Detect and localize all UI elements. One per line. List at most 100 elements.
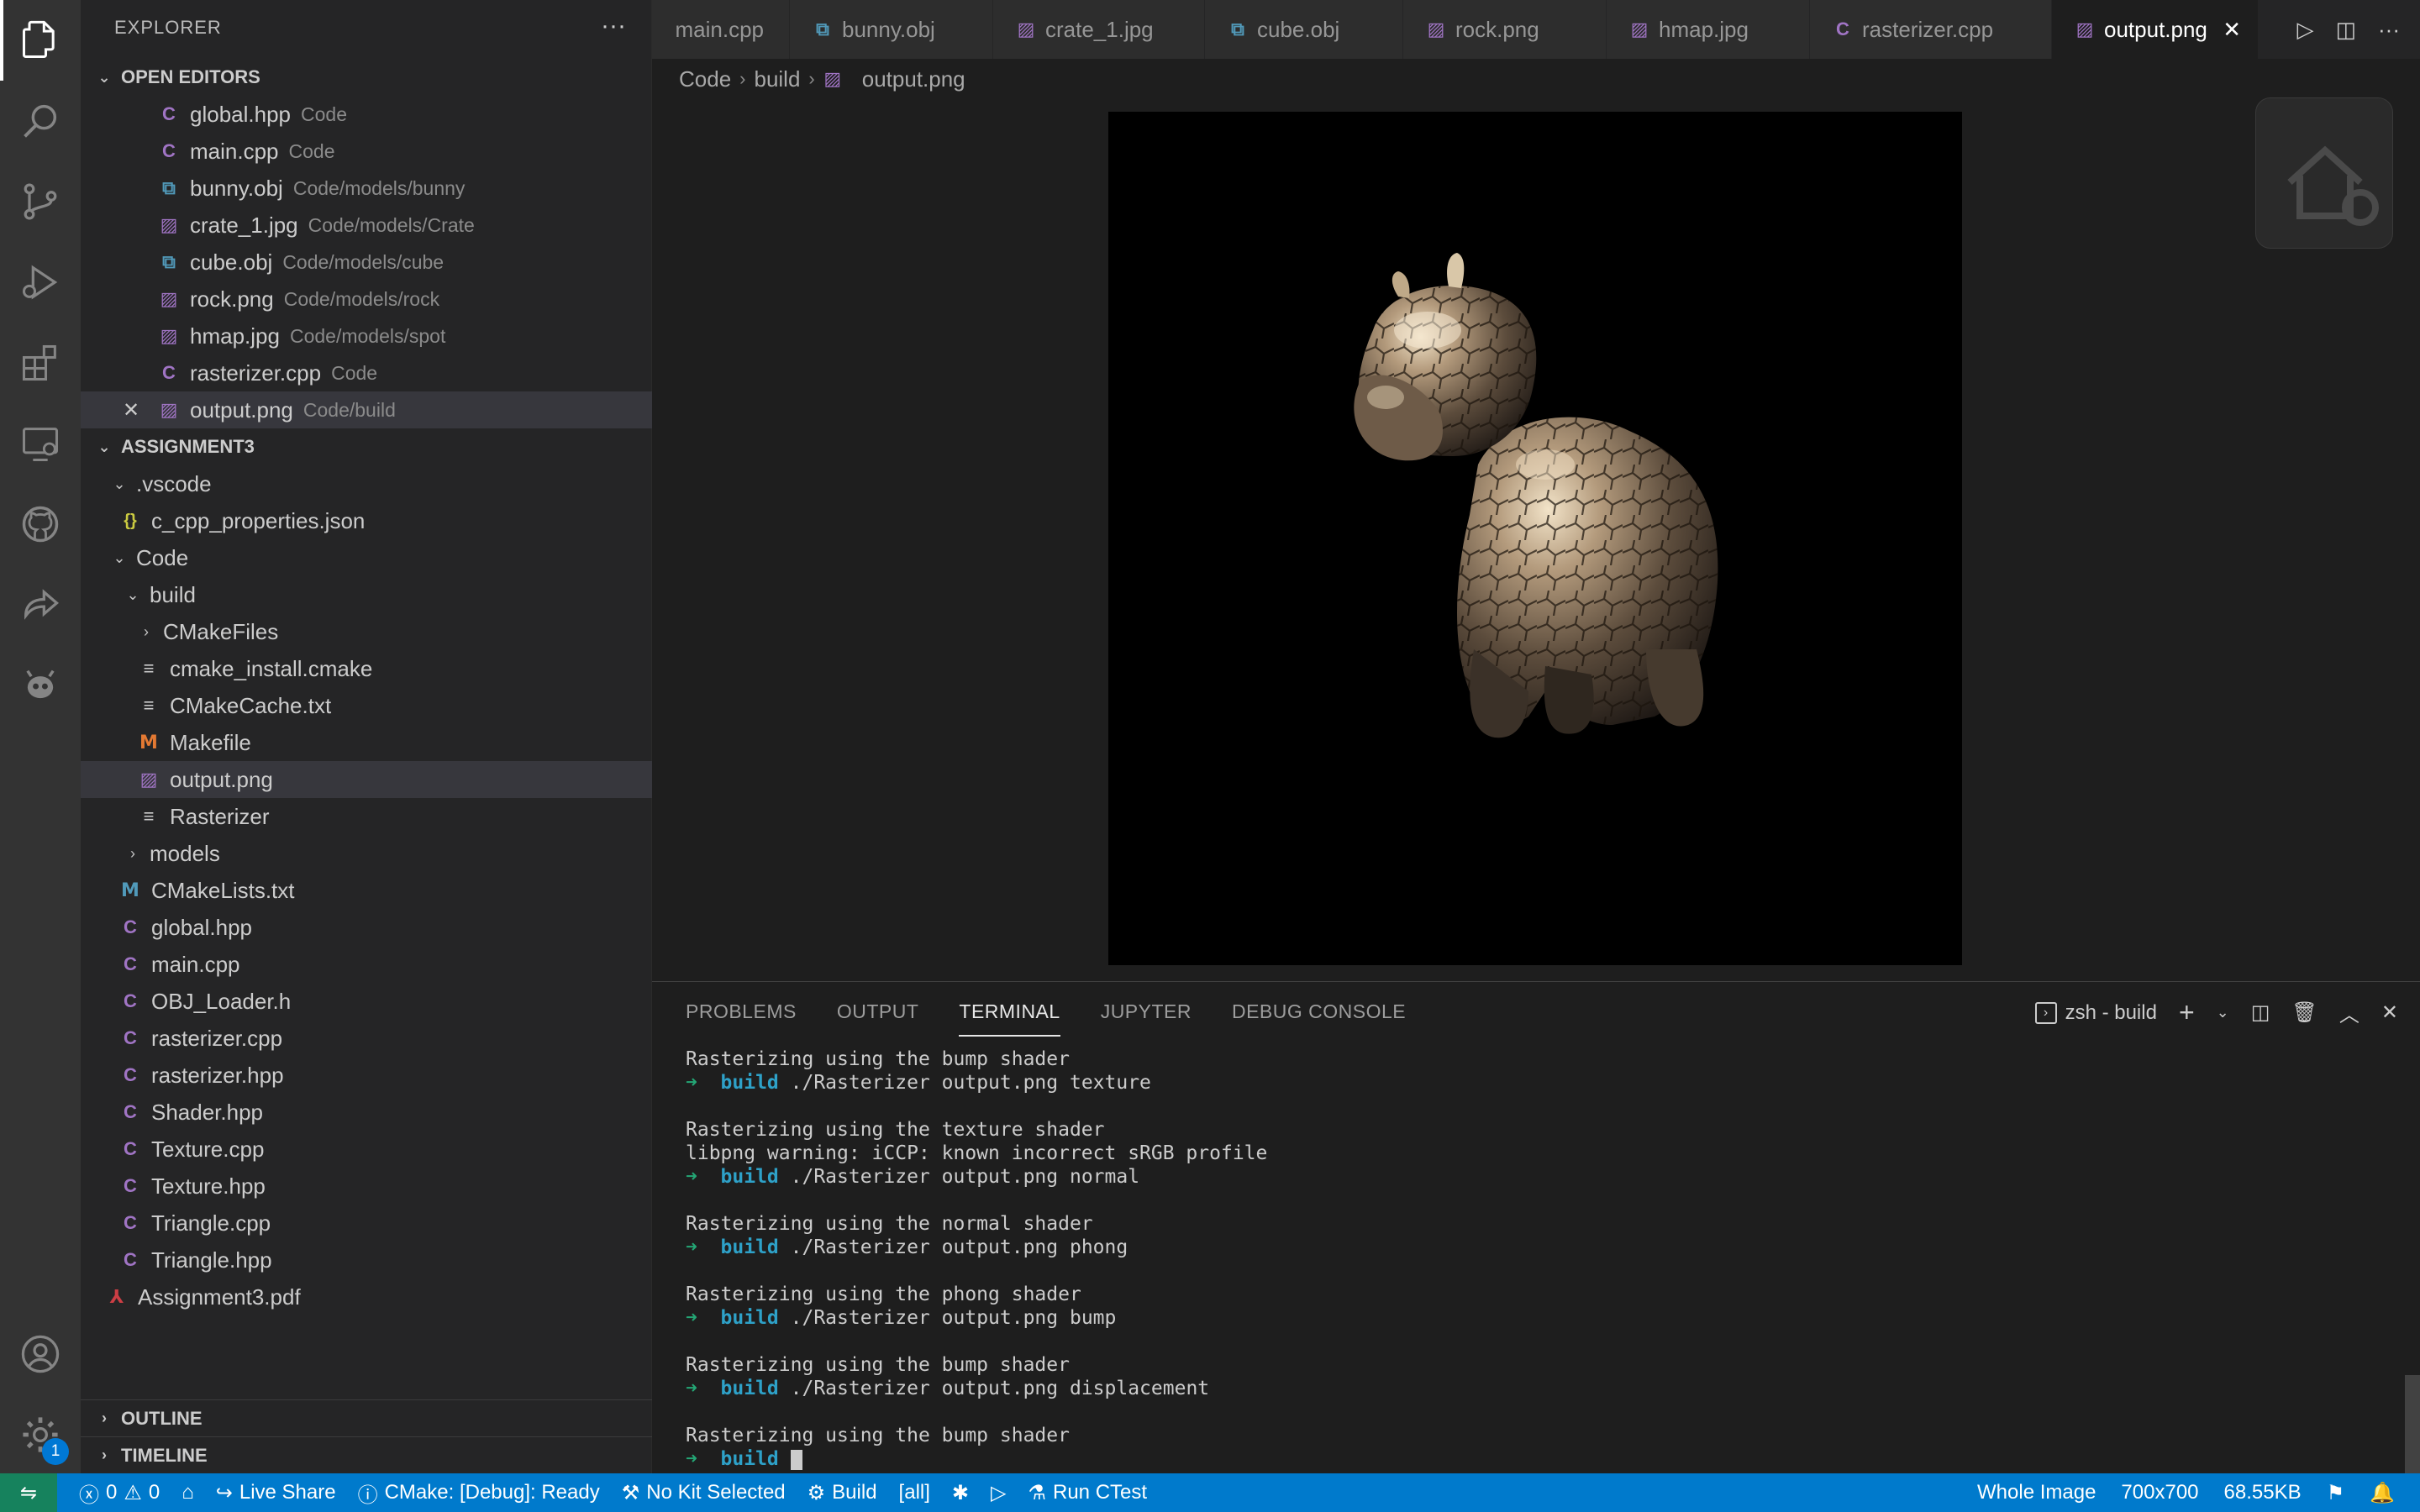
search-icon[interactable]: [0, 81, 81, 161]
tab-hmap-jpg[interactable]: ▨ hmap.jpg: [1607, 0, 1810, 59]
copilot-icon[interactable]: [0, 645, 81, 726]
tab-rasterizer-cpp[interactable]: C rasterizer.cpp: [1810, 0, 2052, 59]
tree-file-selected[interactable]: ▨ output.png: [81, 761, 652, 798]
tree-file[interactable]: ≡ cmake_install.cmake: [81, 650, 652, 687]
launch-button[interactable]: ▷: [991, 1481, 1006, 1505]
tree-folder[interactable]: ⌄ .vscode: [81, 465, 652, 502]
trash-icon[interactable]: 🗑: [2291, 1000, 2317, 1025]
image-preview[interactable]: [1108, 112, 1962, 965]
tab-debug-console[interactable]: DEBUG CONSOLE: [1232, 1000, 1406, 1037]
source-control-icon[interactable]: [0, 161, 81, 242]
tree-folder[interactable]: ⌄ Code: [81, 539, 652, 576]
notifications-button[interactable]: 🔔: [2370, 1481, 2395, 1505]
open-editors-header[interactable]: ⌄ OPEN EDITORS: [81, 59, 652, 96]
open-editor-item[interactable]: ▨ rock.png Code/models/rock: [81, 281, 652, 318]
remote-indicator[interactable]: ⇋: [0, 1473, 57, 1512]
build-target[interactable]: [all]: [899, 1481, 930, 1504]
tree-folder[interactable]: › CMakeFiles: [81, 613, 652, 650]
terminal-output[interactable]: Rasterizing using the bump shader ➜ build…: [686, 1047, 1267, 1471]
tree-file[interactable]: M CMakeLists.txt: [81, 872, 652, 909]
tab-main-cpp[interactable]: main.cpp: [652, 0, 790, 59]
debug-button[interactable]: ✱: [952, 1481, 969, 1505]
vscode-window: 1 EXPLORER ··· ⌄ OPEN EDITORS C global.h…: [0, 0, 2420, 1512]
close-tab-icon[interactable]: ✕: [2223, 17, 2241, 43]
tree-file[interactable]: ⅄ Assignment3.pdf: [81, 1278, 652, 1315]
open-editor-item[interactable]: ⧉ bunny.obj Code/models/bunny: [81, 170, 652, 207]
feedback-button[interactable]: ⚑: [2327, 1481, 2345, 1505]
cmake-status[interactable]: ⓘ CMake: [Debug]: Ready: [358, 1478, 600, 1508]
open-editor-item[interactable]: ⧉ cube.obj Code/models/cube: [81, 244, 652, 281]
timeline-header[interactable]: › TIMELINE: [81, 1436, 652, 1473]
command-text: ./Rasterizer output.png normal: [778, 1166, 1140, 1188]
home-status[interactable]: ⌂: [182, 1481, 194, 1504]
close-icon[interactable]: ✕: [123, 398, 139, 423]
split-editor-icon[interactable]: ◫: [2335, 17, 2356, 43]
maximize-panel-icon[interactable]: ︿: [2339, 998, 2360, 1027]
open-editor-item[interactable]: C main.cpp Code: [81, 133, 652, 170]
tree-file[interactable]: C Texture.hpp: [81, 1168, 652, 1205]
kit-status[interactable]: ⚒ No Kit Selected: [622, 1481, 786, 1505]
tab-terminal[interactable]: TERMINAL: [959, 1000, 1060, 1037]
tree-folder[interactable]: › models: [81, 835, 652, 872]
open-editor-item[interactable]: C rasterizer.cpp Code: [81, 354, 652, 391]
tab-problems[interactable]: PROBLEMS: [686, 1000, 797, 1037]
run-icon[interactable]: ▷: [2296, 17, 2313, 43]
tree-file[interactable]: C Triangle.cpp: [81, 1205, 652, 1242]
tree-file[interactable]: ≡ CMakeCache.txt: [81, 687, 652, 724]
terminal-selector[interactable]: › zsh - build: [2034, 1001, 2157, 1025]
terminal-scrollbar[interactable]: [2405, 1375, 2420, 1474]
project-header[interactable]: ⌄ ASSIGNMENT3: [81, 428, 652, 465]
tab-bunny-obj[interactable]: ⧉ bunny.obj: [790, 0, 993, 59]
explorer-icon[interactable]: [0, 0, 81, 81]
tab-crate-jpg[interactable]: ▨ crate_1.jpg: [993, 0, 1205, 59]
cpp-icon: C: [124, 953, 137, 974]
more-actions-icon[interactable]: ···: [2378, 17, 2400, 43]
github-icon[interactable]: [0, 484, 81, 564]
tree-file[interactable]: C rasterizer.hpp: [81, 1057, 652, 1094]
split-terminal-icon[interactable]: ◫: [2251, 1000, 2270, 1025]
tree-file[interactable]: C main.cpp: [81, 946, 652, 983]
tab-jupyter[interactable]: JUPYTER: [1101, 1000, 1192, 1037]
chevron-down-icon[interactable]: ⌄: [2217, 1004, 2229, 1021]
account-icon[interactable]: [0, 1314, 81, 1394]
breadcrumb-item[interactable]: output.png: [862, 66, 965, 92]
build-button[interactable]: ⚙ Build: [808, 1481, 877, 1505]
flask-icon: ⚗: [1028, 1481, 1046, 1504]
remote-explorer-icon[interactable]: [0, 403, 81, 484]
open-editor-item[interactable]: ▨ crate_1.jpg Code/models/Crate: [81, 207, 652, 244]
open-editor-item[interactable]: C global.hpp Code: [81, 96, 652, 133]
more-actions-icon[interactable]: ···: [601, 12, 626, 40]
live-share-status[interactable]: ↪ Live Share: [216, 1481, 336, 1505]
close-panel-icon[interactable]: ✕: [2381, 1000, 2398, 1025]
tree-file[interactable]: C Shader.hpp: [81, 1094, 652, 1131]
new-terminal-icon[interactable]: +: [2179, 997, 2195, 1028]
tab-cube-obj[interactable]: ⧉ cube.obj: [1205, 0, 1403, 59]
tab-rock-png[interactable]: ▨ rock.png: [1403, 0, 1607, 59]
open-editor-item[interactable]: ▨ hmap.jpg Code/models/spot: [81, 318, 652, 354]
tree-folder[interactable]: ⌄ build: [81, 576, 652, 613]
extensions-icon[interactable]: [0, 323, 81, 403]
problems-status[interactable]: ⓧ 0 ⚠ 0: [79, 1478, 160, 1508]
tree-file[interactable]: ≡ Rasterizer: [81, 798, 652, 835]
view-mode-status[interactable]: Whole Image: [1977, 1481, 2096, 1504]
floating-home-button[interactable]: [2255, 97, 2393, 249]
tree-file[interactable]: C Texture.cpp: [81, 1131, 652, 1168]
tree-file[interactable]: C Triangle.hpp: [81, 1242, 652, 1278]
live-share-icon[interactable]: [0, 564, 81, 645]
open-editor-item-active[interactable]: ✕ ▨ output.png Code/build: [81, 391, 652, 428]
run-debug-icon[interactable]: [0, 242, 81, 323]
tab-output-png[interactable]: ▨ output.png ✕: [2052, 0, 2259, 59]
outline-header[interactable]: › OUTLINE: [81, 1399, 652, 1436]
breadcrumb-item[interactable]: Code: [679, 66, 731, 92]
ctest-button[interactable]: ⚗ Run CTest: [1028, 1481, 1147, 1505]
tree-file[interactable]: M Makefile: [81, 724, 652, 761]
manage-gear-icon[interactable]: 1: [0, 1394, 81, 1475]
command-text: ./Rasterizer output.png texture: [778, 1072, 1151, 1094]
tree-file[interactable]: C OBJ_Loader.h: [81, 983, 652, 1020]
tab-output[interactable]: OUTPUT: [837, 1000, 919, 1037]
tree-file[interactable]: C rasterizer.cpp: [81, 1020, 652, 1057]
tree-file[interactable]: {} c_cpp_properties.json: [81, 502, 652, 539]
breadcrumb-item[interactable]: build: [754, 66, 800, 92]
prompt-directory: build: [720, 1236, 779, 1258]
tree-file[interactable]: C global.hpp: [81, 909, 652, 946]
